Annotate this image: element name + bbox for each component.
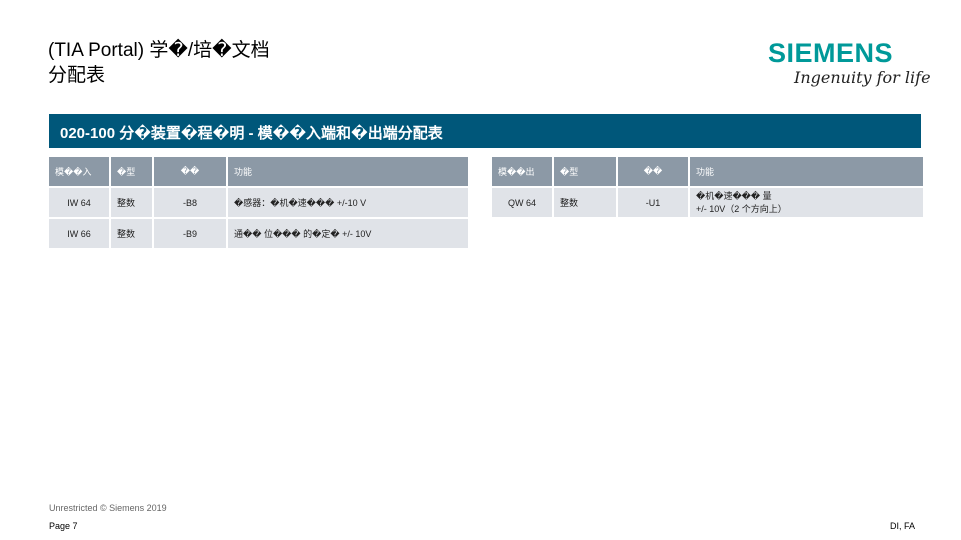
table-row: IW 66 整数 -B9 通�� 位��� 的�定� +/- 10V xyxy=(49,219,468,250)
address-cell: IW 64 xyxy=(49,188,109,219)
column-header: 模��出 xyxy=(492,157,552,188)
column-header: 模��入 xyxy=(49,157,109,188)
logo-tagline: Ingenuity for life xyxy=(794,68,931,87)
id-cell: -B9 xyxy=(154,219,226,250)
function-cell: �感器：�机�速��� +/-10 V xyxy=(228,188,468,219)
type-cell: 整数 xyxy=(554,188,616,219)
id-cell: -B8 xyxy=(154,188,226,219)
page-number: Page 7 xyxy=(49,521,78,531)
siemens-logo: SIEMENS Ingenuity for life xyxy=(768,38,931,92)
table-row: QW 64 整数 -U1 �机�速��� 量 +/- 10V（2 个方向上） xyxy=(492,188,923,219)
section-banner: 020-100 分�装置�程�明 - 模��入端和�出端分配表 xyxy=(49,114,921,148)
banner-text: 020-100 分�装置�程�明 - 模��入端和�出端分配表 xyxy=(60,125,443,142)
department-label: DI, FA xyxy=(890,521,916,531)
function-cell: 通�� 位��� 的�定� +/- 10V xyxy=(228,219,468,250)
address-cell: IW 66 xyxy=(49,219,109,250)
table-row: IW 64 整数 -B8 �感器：�机�速��� +/-10 V xyxy=(49,188,468,219)
table-header-row: 模��入 �型 �� 功能 xyxy=(49,157,468,188)
analog-input-table: 模��入 �型 �� 功能 IW 64 整数 -B8 �感器：�机�速��� +… xyxy=(47,157,470,250)
table-header-row: 模��出 �型 �� 功能 xyxy=(492,157,923,188)
column-header: 功能 xyxy=(690,157,923,188)
title-line-2: 分配表 xyxy=(48,65,106,86)
column-header: �型 xyxy=(554,157,616,188)
page-title: (TIA Portal) 学�/培�文档 分配表 xyxy=(48,38,270,88)
column-header: �型 xyxy=(111,157,152,188)
function-line-2: +/- 10V（2 个方向上） xyxy=(696,203,787,214)
column-header: �� xyxy=(618,157,688,188)
function-cell: �机�速��� 量 +/- 10V（2 个方向上） xyxy=(690,188,923,219)
column-header: �� xyxy=(154,157,226,188)
title-line-1: (TIA Portal) 学�/培�文档 xyxy=(48,40,270,61)
type-cell: 整数 xyxy=(111,188,152,219)
function-line-1: �机�速��� 量 xyxy=(696,190,772,201)
logo-wordmark: SIEMENS xyxy=(768,38,894,68)
column-header: 功能 xyxy=(228,157,468,188)
id-cell: -U1 xyxy=(618,188,688,219)
analog-output-table: 模��出 �型 �� 功能 QW 64 整数 -U1 �机�速��� 量 +/-… xyxy=(490,157,925,219)
address-cell: QW 64 xyxy=(492,188,552,219)
type-cell: 整数 xyxy=(111,219,152,250)
copyright-note: Unrestricted © Siemens 2019 xyxy=(49,503,167,513)
